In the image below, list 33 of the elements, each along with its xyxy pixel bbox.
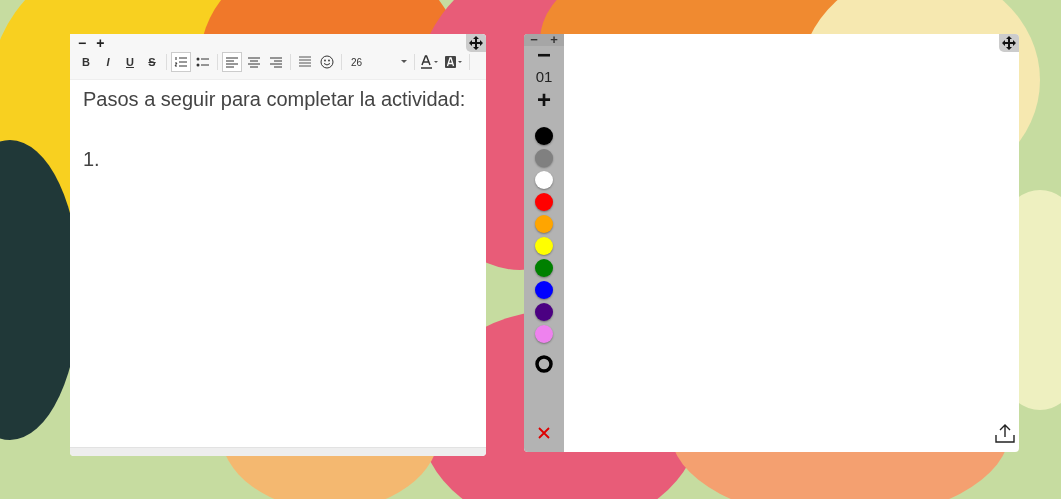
italic-button[interactable]: I: [98, 52, 118, 72]
emoji-icon[interactable]: [317, 52, 337, 72]
color-swatch[interactable]: [535, 215, 553, 233]
zoom-out-button[interactable]: −: [528, 34, 540, 47]
font-color-icon[interactable]: [419, 52, 441, 72]
text-line: Pasos a seguir para completar la actividad:: [83, 87, 467, 112]
color-swatch[interactable]: [535, 127, 553, 145]
brush-size-increase-button[interactable]: +: [537, 91, 551, 109]
color-swatch[interactable]: [535, 303, 553, 321]
color-swatch[interactable]: [535, 259, 553, 277]
color-swatch[interactable]: [535, 149, 553, 167]
font-size-dropdown[interactable]: 26: [346, 52, 410, 72]
align-left-icon[interactable]: [222, 52, 242, 72]
text-line: 1.: [83, 147, 101, 172]
bold-button[interactable]: B: [76, 52, 96, 72]
move-handle-icon[interactable]: [999, 34, 1019, 52]
brush-size-decrease-button[interactable]: −: [537, 46, 551, 64]
brush-size-value: 01: [535, 68, 553, 85]
underline-button[interactable]: U: [120, 52, 140, 72]
color-swatch[interactable]: [535, 281, 553, 299]
color-swatch[interactable]: [535, 193, 553, 211]
color-swatch[interactable]: [535, 237, 553, 255]
zoom-in-button[interactable]: +: [548, 34, 560, 47]
zoom-in-button[interactable]: +: [94, 36, 107, 50]
upload-icon[interactable]: [995, 423, 1015, 446]
caret-icon: [401, 60, 407, 64]
eraser-ring-icon[interactable]: [535, 355, 553, 376]
strikethrough-button[interactable]: S: [142, 52, 162, 72]
color-swatch[interactable]: [535, 171, 553, 189]
color-swatch[interactable]: [535, 325, 553, 343]
move-handle-icon[interactable]: [466, 34, 486, 52]
ordered-list-icon[interactable]: [171, 52, 191, 72]
zoom-out-button[interactable]: −: [76, 36, 89, 50]
